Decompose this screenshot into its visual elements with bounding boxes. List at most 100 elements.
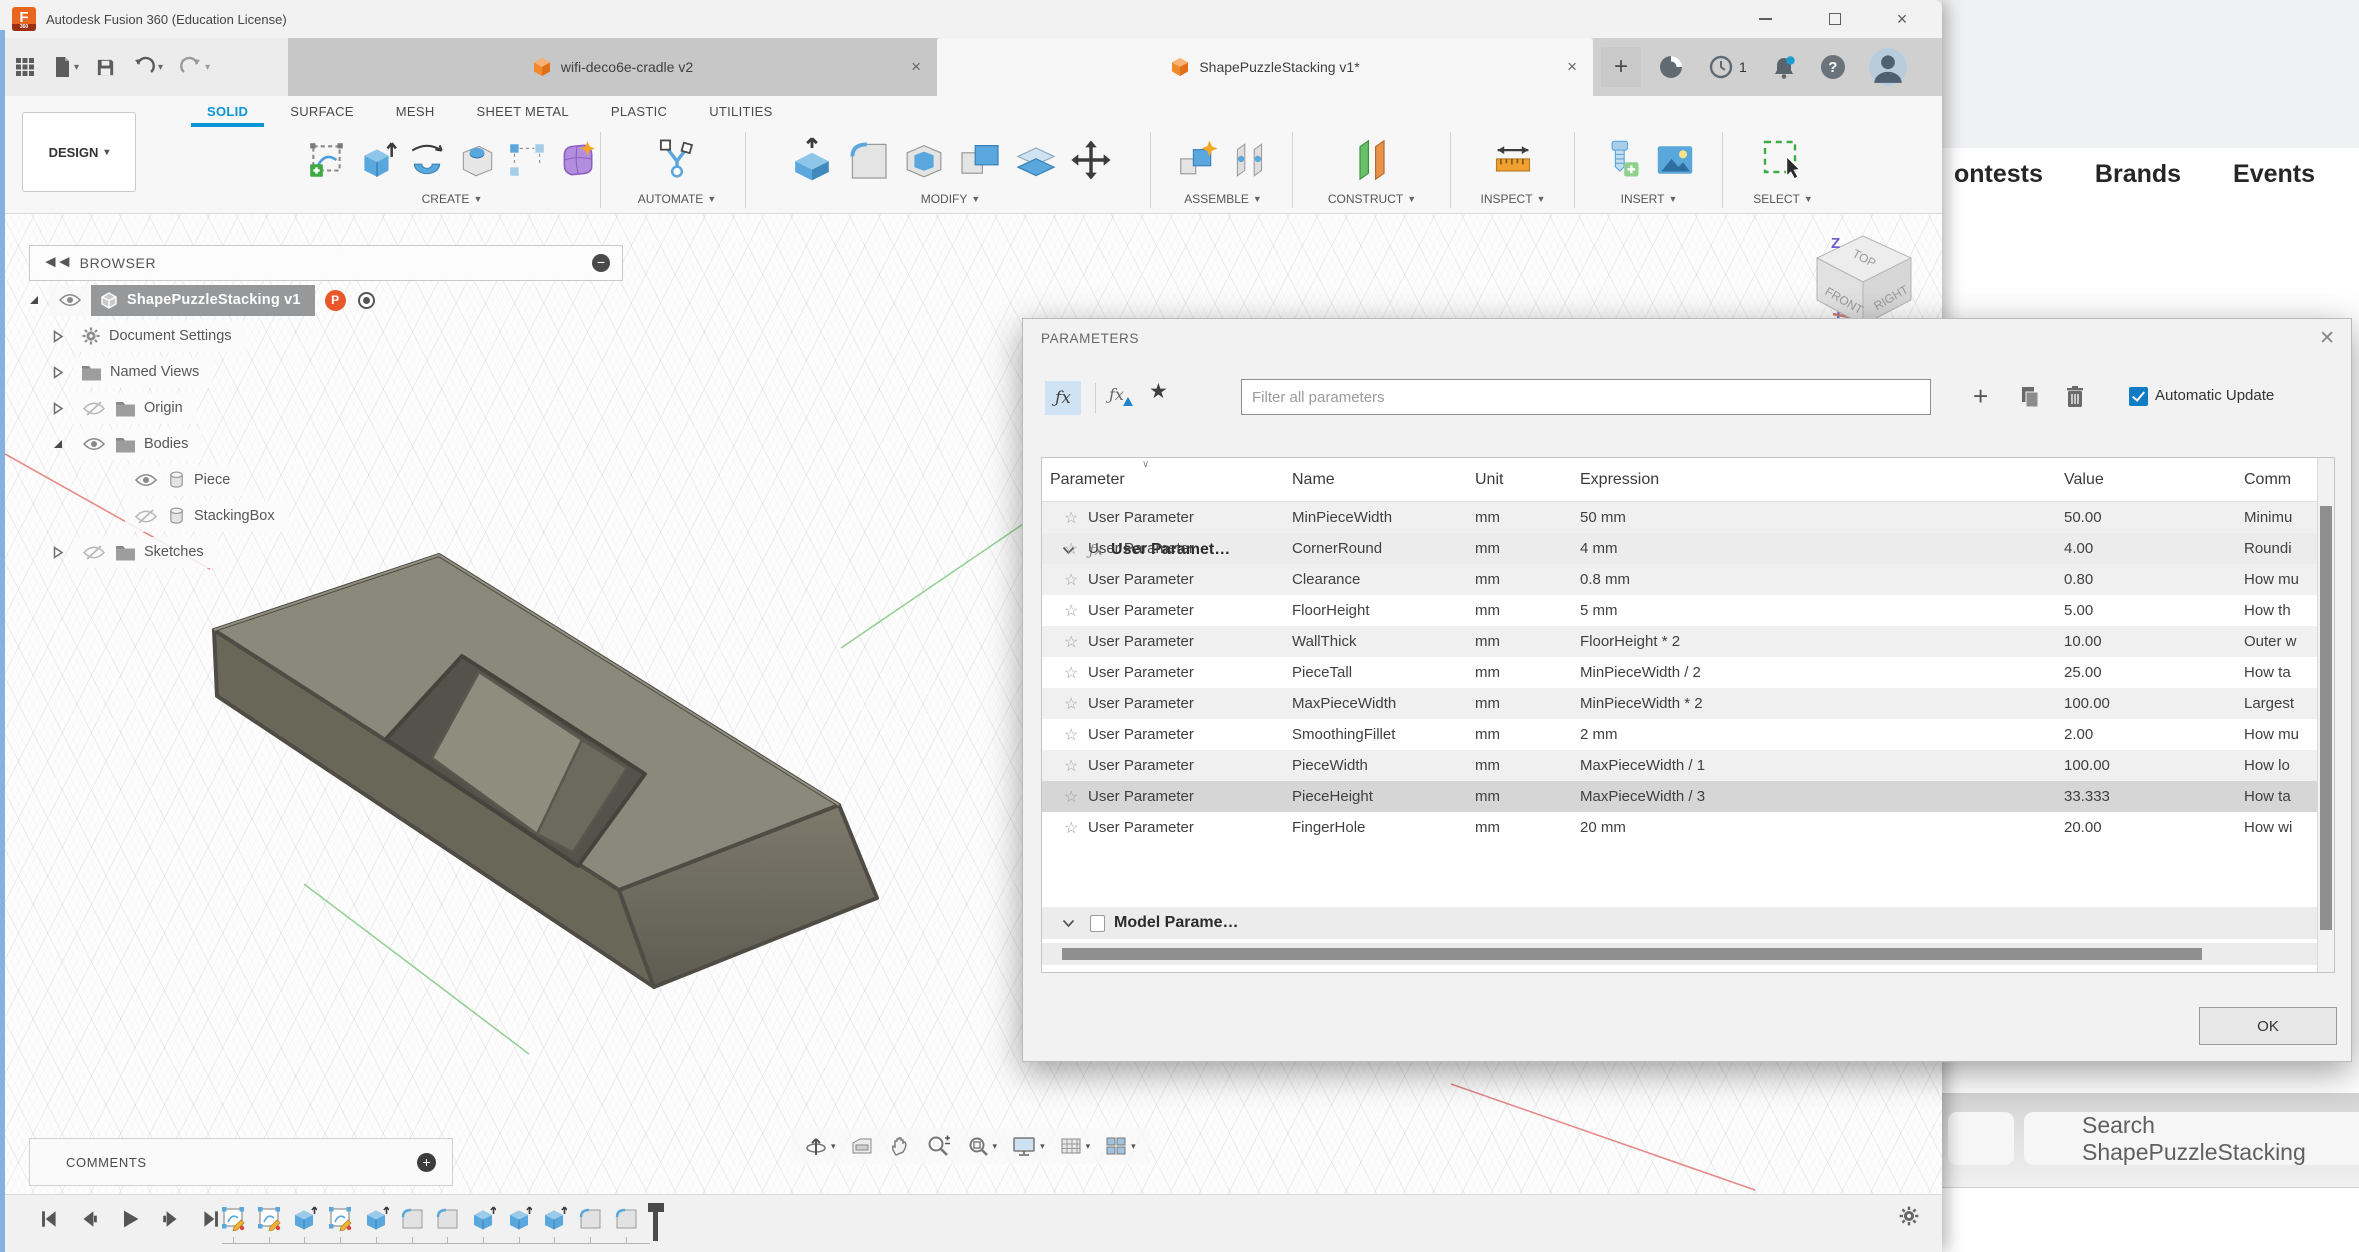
favorite-star-icon[interactable]: ☆ [1064, 626, 1078, 657]
cell-expression[interactable]: MaxPieceWidth / 1 [1580, 750, 2060, 781]
step-forward-icon[interactable] [160, 1208, 182, 1230]
group-dropdown-label[interactable]: ASSEMBLE▼ [1184, 192, 1262, 206]
cell-comment[interactable]: How ta [2244, 657, 2319, 688]
group-dropdown-label[interactable]: SELECT▼ [1753, 192, 1813, 206]
document-tab[interactable]: ShapePuzzleStacking v1*× [937, 38, 1593, 96]
revolve-icon[interactable] [406, 139, 448, 181]
timeline-feature-fillet-icon[interactable] [434, 1205, 460, 1231]
undo-icon[interactable]: ▾ [132, 56, 163, 78]
favorite-star-icon[interactable]: ☆ [1064, 657, 1078, 688]
combine-icon[interactable] [956, 136, 1004, 184]
close-button[interactable]: × [1882, 7, 1922, 31]
timeline-feature-sketch-icon[interactable] [220, 1205, 246, 1231]
cell-expression[interactable]: 50 mm [1580, 502, 2060, 533]
horizontal-scrollbar[interactable] [1042, 943, 2319, 965]
look-at-icon[interactable] [850, 1134, 874, 1158]
cell-comment[interactable]: Minimu [2244, 502, 2319, 533]
copy-parameter-icon[interactable] [2019, 385, 2041, 409]
ribbon-tab-plastic[interactable]: PLASTIC [609, 98, 669, 125]
browser-root-row[interactable]: ShapePuzzleStacking v1 P [27, 284, 375, 316]
collapsed-arrow-icon[interactable] [51, 402, 65, 415]
shell-icon[interactable] [900, 136, 948, 184]
visibility-eye-on-icon[interactable] [81, 437, 107, 451]
ribbon-tab-sheet-metal[interactable]: SHEET METAL [475, 98, 571, 125]
help-icon[interactable]: ? [1821, 55, 1845, 79]
cell-expression[interactable]: 0.8 mm [1580, 564, 2060, 595]
favorite-star-icon[interactable]: ☆ [1064, 812, 1078, 843]
cell-expression[interactable]: MinPieceWidth / 2 [1580, 657, 2060, 688]
timeline-feature-fillet-icon[interactable] [613, 1205, 639, 1231]
favorite-star-icon[interactable]: ☆ [1064, 719, 1078, 750]
fastener-icon[interactable] [1600, 137, 1644, 183]
cell-expression[interactable]: FloorHeight * 2 [1580, 626, 2060, 657]
redo-icon[interactable]: ▾ [179, 56, 210, 78]
cell-comment[interactable]: How th [2244, 595, 2319, 626]
notifications-bell-icon[interactable] [1771, 54, 1797, 80]
parameters-dialog-titlebar[interactable]: PARAMETERS [1023, 319, 2351, 357]
browser-item-origin[interactable]: Origin [51, 392, 197, 424]
joint-icon[interactable] [1229, 137, 1271, 183]
cell-expression[interactable]: MinPieceWidth * 2 [1580, 688, 2060, 719]
visibility-eye-on-icon[interactable] [133, 473, 159, 487]
cell-comment[interactable]: How lo [2244, 750, 2319, 781]
background-search-box[interactable]: Search ShapePuzzleStacking [2024, 1112, 2359, 1165]
avatar[interactable] [1869, 48, 1907, 86]
parameters-badge-icon[interactable]: P [325, 290, 346, 311]
parameter-row-PieceTall[interactable]: ☆ User Parameter PieceTall mm MinPieceWi… [1042, 657, 2319, 688]
parameter-row-FingerHole[interactable]: ☆ User Parameter FingerHole mm 20 mm 20.… [1042, 812, 2319, 843]
browser-minimize-icon[interactable]: − [592, 254, 610, 272]
select-icon[interactable] [1759, 136, 1807, 184]
group-dropdown-label[interactable]: INSPECT▼ [1481, 192, 1546, 206]
favorite-star-icon[interactable]: ☆ [1064, 781, 1078, 812]
delete-parameter-icon[interactable] [2065, 385, 2085, 409]
ribbon-tab-mesh[interactable]: MESH [394, 98, 437, 125]
cell-comment[interactable]: How mu [2244, 719, 2319, 750]
add-parameter-icon[interactable]: + [1973, 381, 1988, 412]
timeline-feature-extrude-icon[interactable] [506, 1205, 532, 1231]
collapse-chevron-icon[interactable] [1062, 919, 1075, 928]
group-dropdown-label[interactable]: CONSTRUCT▼ [1328, 192, 1416, 206]
parameter-row-CornerRound[interactable]: ☆ User Parameter CornerRound mm 4 mm 4.0… [1042, 533, 2319, 564]
grid-settings-icon[interactable]: ▾ [1059, 1134, 1091, 1158]
app-grid-icon[interactable] [14, 56, 36, 78]
favorite-star-icon[interactable]: ☆ [1064, 502, 1078, 533]
vertical-scrollbar[interactable] [2317, 458, 2334, 972]
parameter-row-Clearance[interactable]: ☆ User Parameter Clearance mm 0.8 mm 0.8… [1042, 564, 2319, 595]
group-dropdown-label[interactable]: AUTOMATE▼ [638, 192, 716, 206]
plane-icon[interactable] [1348, 136, 1396, 184]
job-status-icon[interactable]: 1 [1708, 54, 1747, 80]
favorite-star-icon[interactable]: ☆ [1064, 564, 1078, 595]
display-settings-icon[interactable]: ▾ [1011, 1134, 1045, 1158]
pattern-icon[interactable] [506, 139, 548, 181]
browser-panel-header[interactable]: ◄◄ BROWSER − [29, 245, 623, 281]
step-back-icon[interactable] [78, 1208, 100, 1230]
cell-expression[interactable]: 20 mm [1580, 812, 2060, 843]
activate-component-radio[interactable] [358, 292, 375, 309]
move-icon[interactable] [1068, 137, 1114, 183]
cell-comment[interactable]: How wi [2244, 812, 2319, 843]
save-icon[interactable] [95, 57, 116, 78]
favorite-star-icon[interactable]: ☆ [1064, 533, 1078, 564]
horizontal-scrollbar-thumb[interactable] [1062, 948, 2202, 960]
parameter-row-SmoothingFillet[interactable]: ☆ User Parameter SmoothingFillet mm 2 mm… [1042, 719, 2319, 750]
root-component-chip[interactable]: ShapePuzzleStacking v1 [91, 285, 315, 316]
sketch-icon[interactable] [306, 139, 348, 181]
ribbon-tab-solid[interactable]: SOLID [205, 98, 250, 125]
fit-icon[interactable]: ▾ [966, 1134, 998, 1158]
browser-item-document-settings[interactable]: Document Settings [51, 320, 246, 352]
hole-icon[interactable] [456, 139, 498, 181]
form-icon[interactable] [556, 139, 598, 181]
view-cube[interactable]: Z TOP FRONT RIGHT [1781, 222, 1951, 326]
parameters-table-header[interactable]: ∨ Parameter Name Unit Expression Value C… [1042, 458, 2319, 502]
parameter-row-WallThick[interactable]: ☆ User Parameter WallThick mm FloorHeigh… [1042, 626, 2319, 657]
parameter-row-PieceHeight[interactable]: ☆ User Parameter PieceHeight mm MaxPiece… [1042, 781, 2319, 812]
comments-bar[interactable]: COMMENTS + [29, 1138, 453, 1186]
timeline-feature-sketch-icon[interactable] [256, 1205, 282, 1231]
user-parameter-add-icon[interactable]: ƒx [1109, 385, 1124, 404]
ribbon-tab-utilities[interactable]: UTILITIES [707, 98, 774, 125]
cell-expression[interactable]: 5 mm [1580, 595, 2060, 626]
measure-icon[interactable] [1487, 138, 1539, 182]
group-dropdown-label[interactable]: CREATE▼ [422, 192, 483, 206]
collapsed-arrow-icon[interactable] [51, 366, 65, 379]
visibility-eye-icon[interactable] [57, 293, 83, 307]
